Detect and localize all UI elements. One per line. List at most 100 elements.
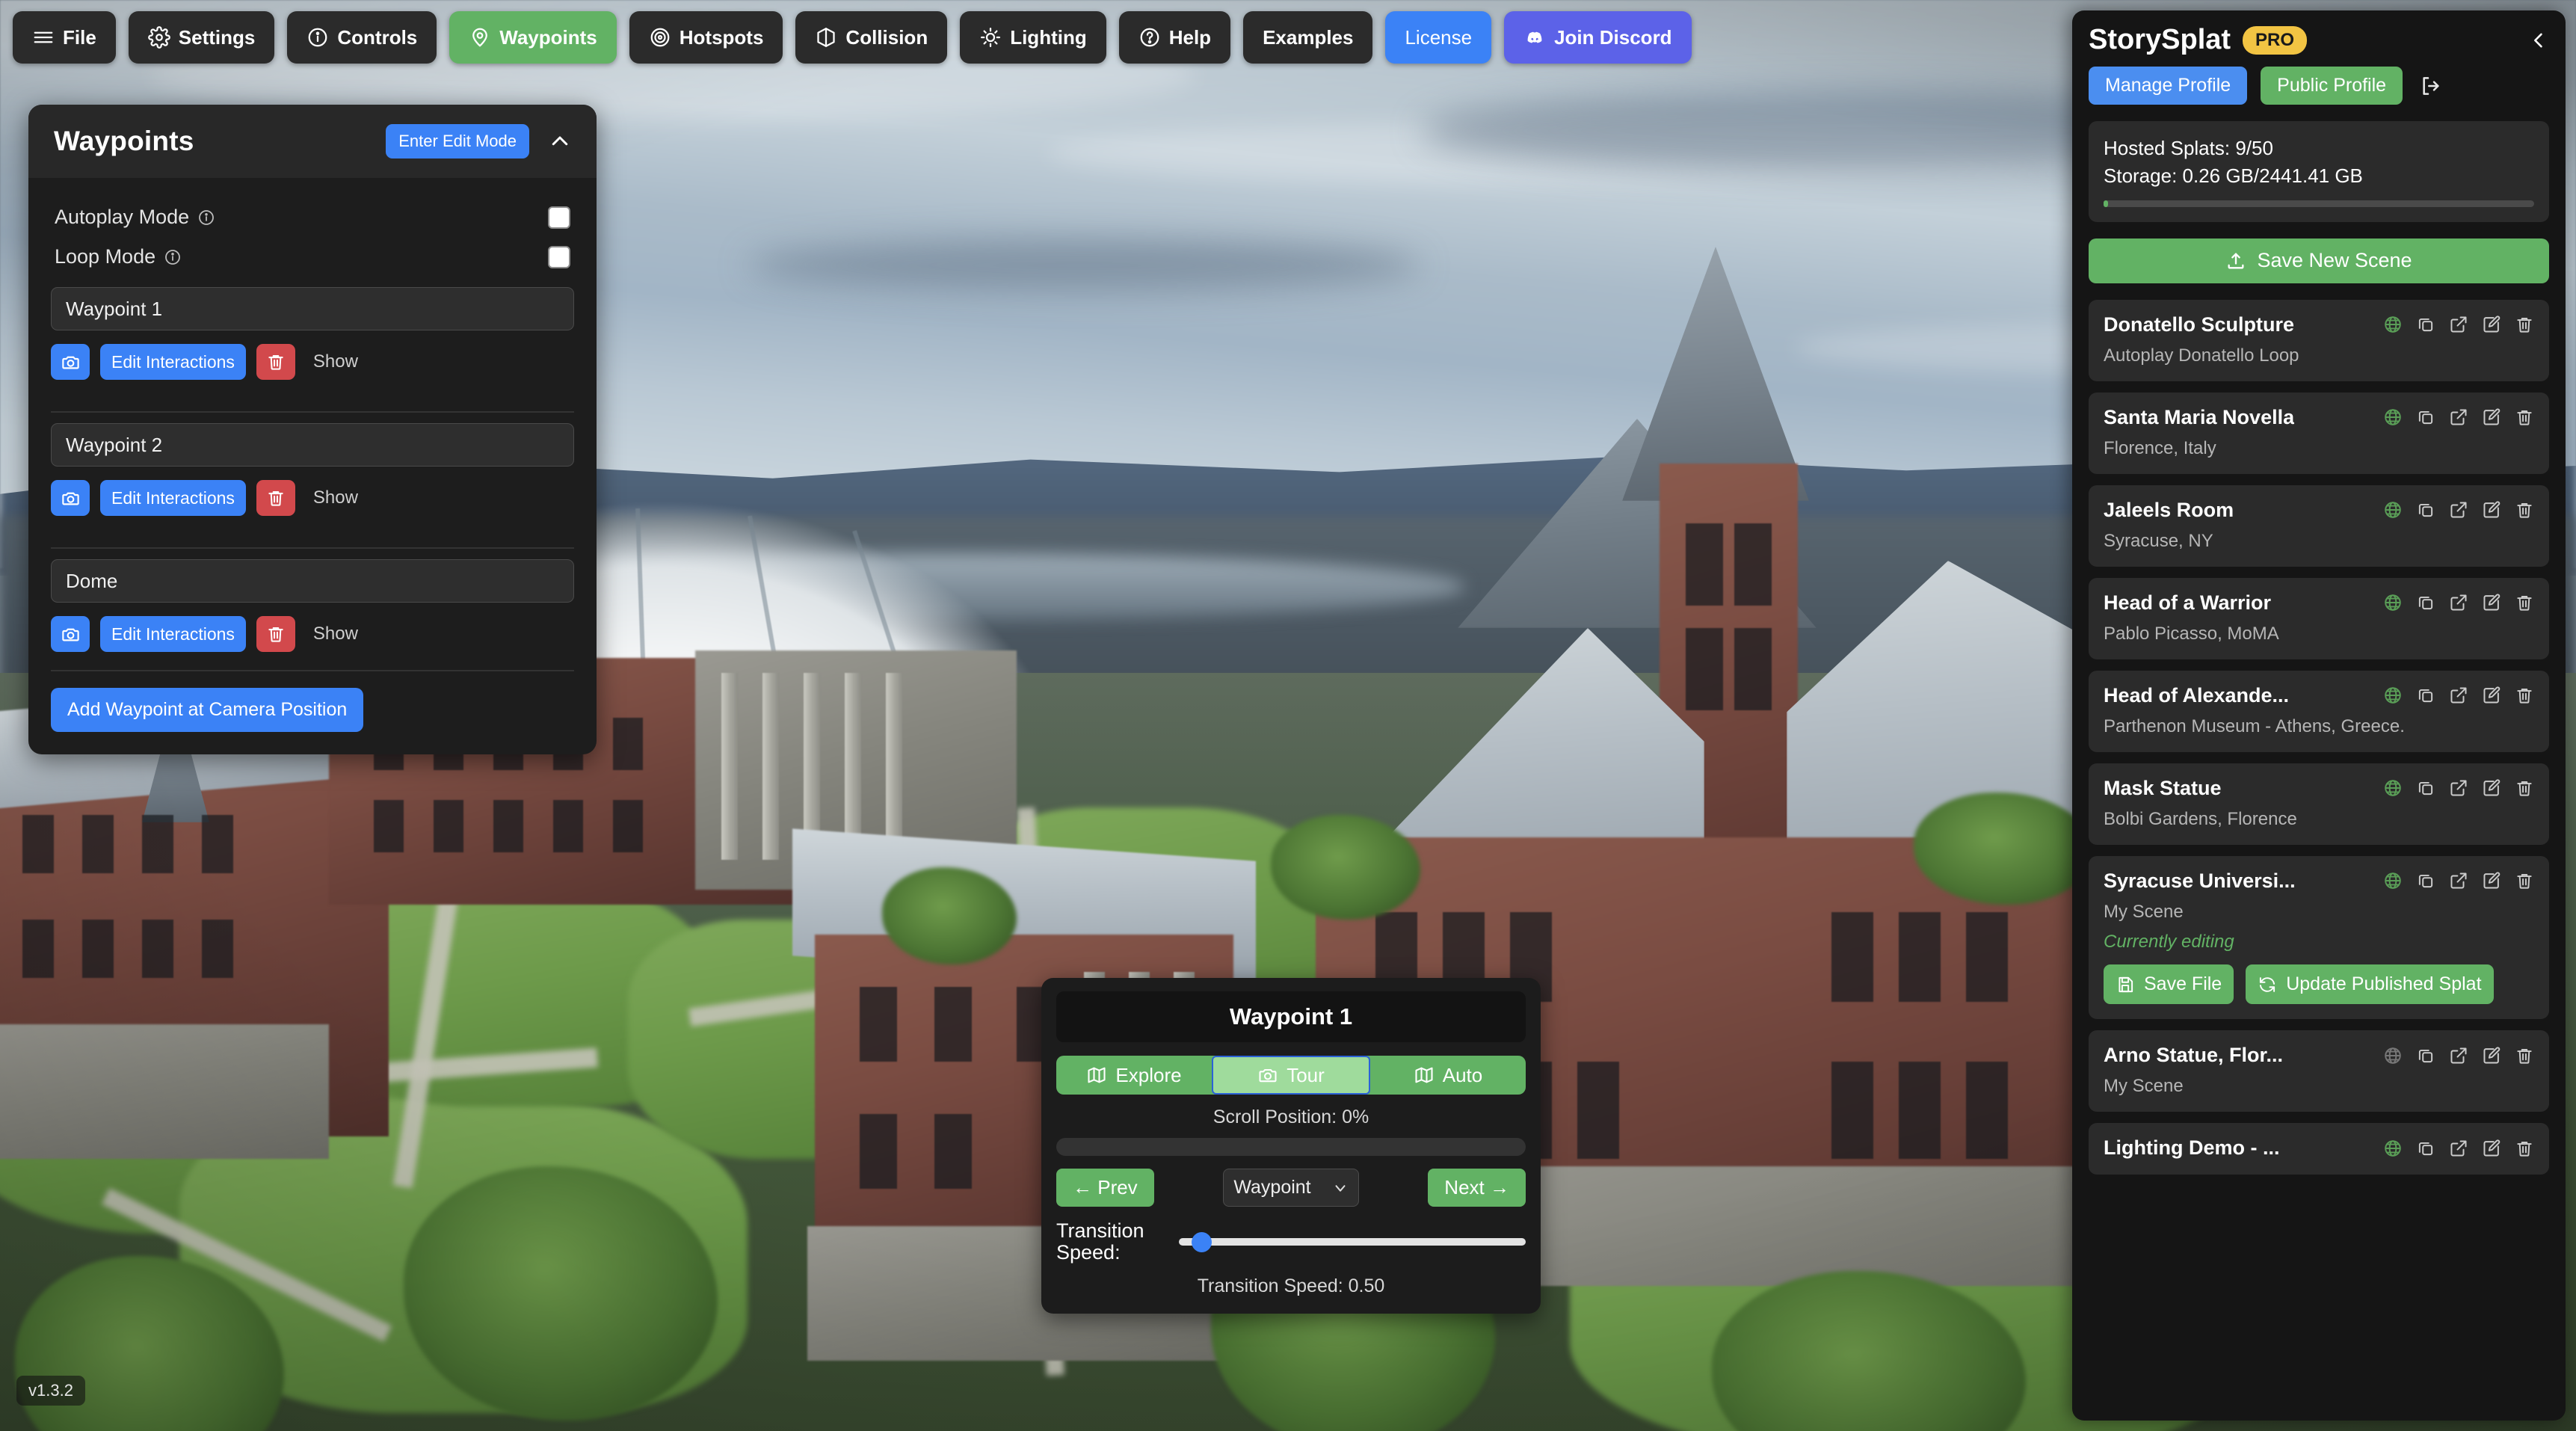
enter-edit-mode-button[interactable]: Enter Edit Mode (386, 124, 529, 159)
scene-list-item[interactable]: Lighting Demo - ... (2089, 1123, 2549, 1175)
set-camera-button[interactable] (51, 616, 90, 652)
globe-icon[interactable] (2383, 686, 2403, 705)
edit-interactions-button[interactable]: Edit Interactions (100, 480, 246, 516)
toggle-checkbox[interactable] (548, 206, 570, 229)
copy-icon[interactable] (2416, 407, 2435, 427)
external-link-icon[interactable] (2449, 500, 2468, 520)
trash-icon[interactable] (2515, 500, 2534, 520)
toolbar-button-file[interactable]: File (13, 11, 116, 64)
edit-icon[interactable] (2482, 1046, 2501, 1065)
toolbar-button-examples[interactable]: Examples (1243, 11, 1373, 64)
globe-icon[interactable] (2383, 315, 2403, 334)
logout-icon[interactable] (2419, 74, 2443, 98)
external-link-icon[interactable] (2449, 686, 2468, 705)
external-link-icon[interactable] (2449, 593, 2468, 612)
copy-icon[interactable] (2416, 1046, 2435, 1065)
toolbar-button-license[interactable]: License (1385, 11, 1492, 64)
toolbar-button-collision[interactable]: Collision (795, 11, 948, 64)
save-new-scene-button[interactable]: Save New Scene (2089, 238, 2549, 283)
trash-icon[interactable] (2515, 778, 2534, 798)
trash-icon[interactable] (2515, 1139, 2534, 1158)
copy-icon[interactable] (2416, 778, 2435, 798)
globe-icon[interactable] (2383, 1139, 2403, 1158)
manage-profile-button[interactable]: Manage Profile (2089, 67, 2248, 105)
set-camera-button[interactable] (51, 344, 90, 380)
toolbar-button-join-discord[interactable]: Join Discord (1504, 11, 1692, 64)
edit-icon[interactable] (2482, 315, 2501, 334)
scene-list-item[interactable]: Arno Statue, Flor... My Scene (2089, 1030, 2549, 1113)
delete-waypoint-button[interactable] (256, 344, 295, 380)
prev-waypoint-button[interactable]: ← Prev (1056, 1169, 1154, 1207)
external-link-icon[interactable] (2449, 778, 2468, 798)
external-link-icon[interactable] (2449, 407, 2468, 427)
trash-icon[interactable] (2515, 871, 2534, 890)
edit-icon[interactable] (2482, 1139, 2501, 1158)
waypoint-name-input[interactable] (51, 287, 574, 330)
copy-icon[interactable] (2416, 593, 2435, 612)
waypoint-name-input[interactable] (51, 423, 574, 467)
copy-icon[interactable] (2416, 871, 2435, 890)
globe-icon[interactable] (2383, 500, 2403, 520)
show-waypoint-label[interactable]: Show (313, 624, 358, 644)
edit-icon[interactable] (2482, 500, 2501, 520)
mode-button-auto[interactable]: Auto (1370, 1056, 1526, 1095)
show-waypoint-label[interactable]: Show (313, 351, 358, 372)
toolbar-button-hotspots[interactable]: Hotspots (629, 11, 783, 64)
trash-icon[interactable] (2515, 686, 2534, 705)
copy-icon[interactable] (2416, 500, 2435, 520)
toolbar-button-waypoints[interactable]: Waypoints (449, 11, 617, 64)
edit-icon[interactable] (2482, 407, 2501, 427)
scene-list-item[interactable]: Jaleels Room Syracuse, NY (2089, 484, 2549, 567)
add-waypoint-button[interactable]: Add Waypoint at Camera Position (51, 688, 364, 732)
scroll-progress-bar[interactable] (1056, 1138, 1526, 1156)
copy-icon[interactable] (2416, 315, 2435, 334)
scene-list-item[interactable]: Donatello Sculpture Autoplay Donatello Lo… (2089, 299, 2549, 381)
edit-icon[interactable] (2482, 778, 2501, 798)
toolbar-button-settings[interactable]: Settings (128, 11, 275, 64)
public-profile-button[interactable]: Public Profile (2261, 67, 2403, 105)
delete-waypoint-button[interactable] (256, 480, 295, 516)
external-link-icon[interactable] (2449, 871, 2468, 890)
edit-icon[interactable] (2482, 686, 2501, 705)
trash-icon[interactable] (2515, 315, 2534, 334)
transition-speed-slider[interactable] (1179, 1231, 1526, 1253)
waypoint-name-input[interactable] (51, 559, 574, 603)
external-link-icon[interactable] (2449, 315, 2468, 334)
mode-button-explore[interactable]: Explore (1056, 1056, 1212, 1095)
external-link-icon[interactable] (2449, 1046, 2468, 1065)
scene-list-item[interactable]: Head of Alexande... Parthenon Museum - At… (2089, 670, 2549, 752)
globe-icon[interactable] (2383, 407, 2403, 427)
edit-icon[interactable] (2482, 871, 2501, 890)
trash-icon[interactable] (2515, 407, 2534, 427)
scene-list-item[interactable]: Syracuse Universi... My Scene Currently ed… (2089, 855, 2549, 1020)
scene-list-item[interactable]: Mask Statue Bolbi Gardens, Florence (2089, 763, 2549, 845)
copy-icon[interactable] (2416, 1139, 2435, 1158)
edit-interactions-button[interactable]: Edit Interactions (100, 344, 246, 380)
navigation-target-select[interactable]: Waypoint (1223, 1169, 1359, 1207)
slider-knob[interactable] (1191, 1232, 1212, 1253)
globe-icon[interactable] (2383, 778, 2403, 798)
external-link-icon[interactable] (2449, 1139, 2468, 1158)
globe-icon[interactable] (2383, 593, 2403, 612)
next-waypoint-button[interactable]: Next → (1428, 1169, 1526, 1207)
scene-list-item[interactable]: Santa Maria Novella Florence, Italy (2089, 392, 2549, 474)
globe-icon[interactable] (2383, 871, 2403, 890)
toggle-checkbox[interactable] (548, 245, 570, 268)
scene-list-item[interactable]: Head of a Warrior Pablo Picasso, MoMA (2089, 577, 2549, 659)
chevron-up-icon[interactable] (549, 130, 571, 153)
trash-icon[interactable] (2515, 593, 2534, 612)
update-published-splat-button[interactable]: Update Published Splat (2246, 964, 2494, 1005)
edit-interactions-button[interactable]: Edit Interactions (100, 616, 246, 652)
delete-waypoint-button[interactable] (256, 616, 295, 652)
edit-icon[interactable] (2482, 593, 2501, 612)
toolbar-button-help[interactable]: Help (1118, 11, 1231, 64)
show-waypoint-label[interactable]: Show (313, 487, 358, 508)
trash-icon[interactable] (2515, 1046, 2534, 1065)
mode-button-tour[interactable]: Tour (1212, 1056, 1370, 1095)
chevron-left-icon[interactable] (2528, 30, 2549, 51)
globe-icon[interactable] (2383, 1046, 2403, 1065)
toolbar-button-lighting[interactable]: Lighting (960, 11, 1106, 64)
set-camera-button[interactable] (51, 480, 90, 516)
save-file-button[interactable]: Save File (2104, 964, 2234, 1005)
copy-icon[interactable] (2416, 686, 2435, 705)
